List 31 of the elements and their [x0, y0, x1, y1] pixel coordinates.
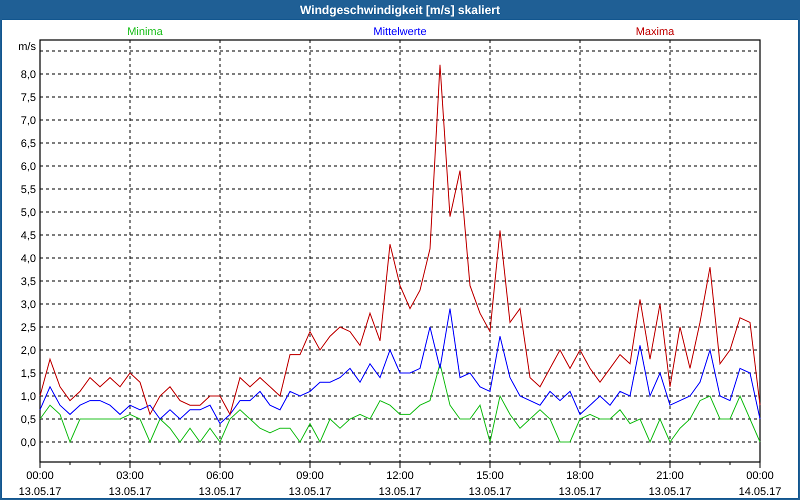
x-tick-label: 21:00 13.05.17	[648, 470, 692, 498]
y-tick-label: 2,5	[20, 322, 36, 334]
y-tick-label: 5,5	[20, 184, 36, 196]
window-title: Windgeschwindigkeit [m/s] skaliert	[300, 2, 500, 19]
y-tick-label: 0,0	[20, 437, 36, 449]
x-tick-label: 00:00 13.05.17	[18, 470, 62, 498]
y-tick-label: 0,5	[20, 414, 36, 426]
x-tick-label: 06:00 13.05.17	[198, 470, 242, 498]
y-axis-label: m/s	[18, 41, 36, 53]
x-tick-label: 09:00 13.05.17	[288, 470, 332, 498]
y-tick-label: 7,0	[20, 115, 36, 127]
legend-label: Minima	[127, 26, 163, 38]
y-tick-label: 4,0	[20, 253, 36, 265]
legend-label: Maxima	[636, 26, 674, 38]
y-tick-label: 5,0	[20, 207, 36, 219]
y-tick-label: 6,5	[20, 138, 36, 150]
y-tick-label: 3,5	[20, 276, 36, 288]
y-tick-label: 3,0	[20, 299, 36, 311]
y-tick-label: 1,5	[20, 368, 36, 380]
y-tick-label: 6,0	[20, 161, 36, 173]
y-tick-label: 4,5	[20, 230, 36, 242]
x-tick-label: 00:00 14.05.17	[738, 470, 782, 498]
x-tick-label: 12:00 13.05.17	[378, 470, 422, 498]
y-tick-label: 8,0	[20, 69, 36, 81]
x-tick-label: 15:00 13.05.17	[468, 470, 512, 498]
y-tick-label: 2,0	[20, 345, 36, 357]
x-tick-label: 18:00 13.05.17	[558, 470, 602, 498]
legend-label: Mittelwerte	[373, 26, 427, 38]
x-tick-label: 03:00 13.05.17	[108, 470, 152, 498]
y-tick-label: 1,0	[20, 391, 36, 403]
y-tick-label: 7,5	[20, 92, 36, 104]
